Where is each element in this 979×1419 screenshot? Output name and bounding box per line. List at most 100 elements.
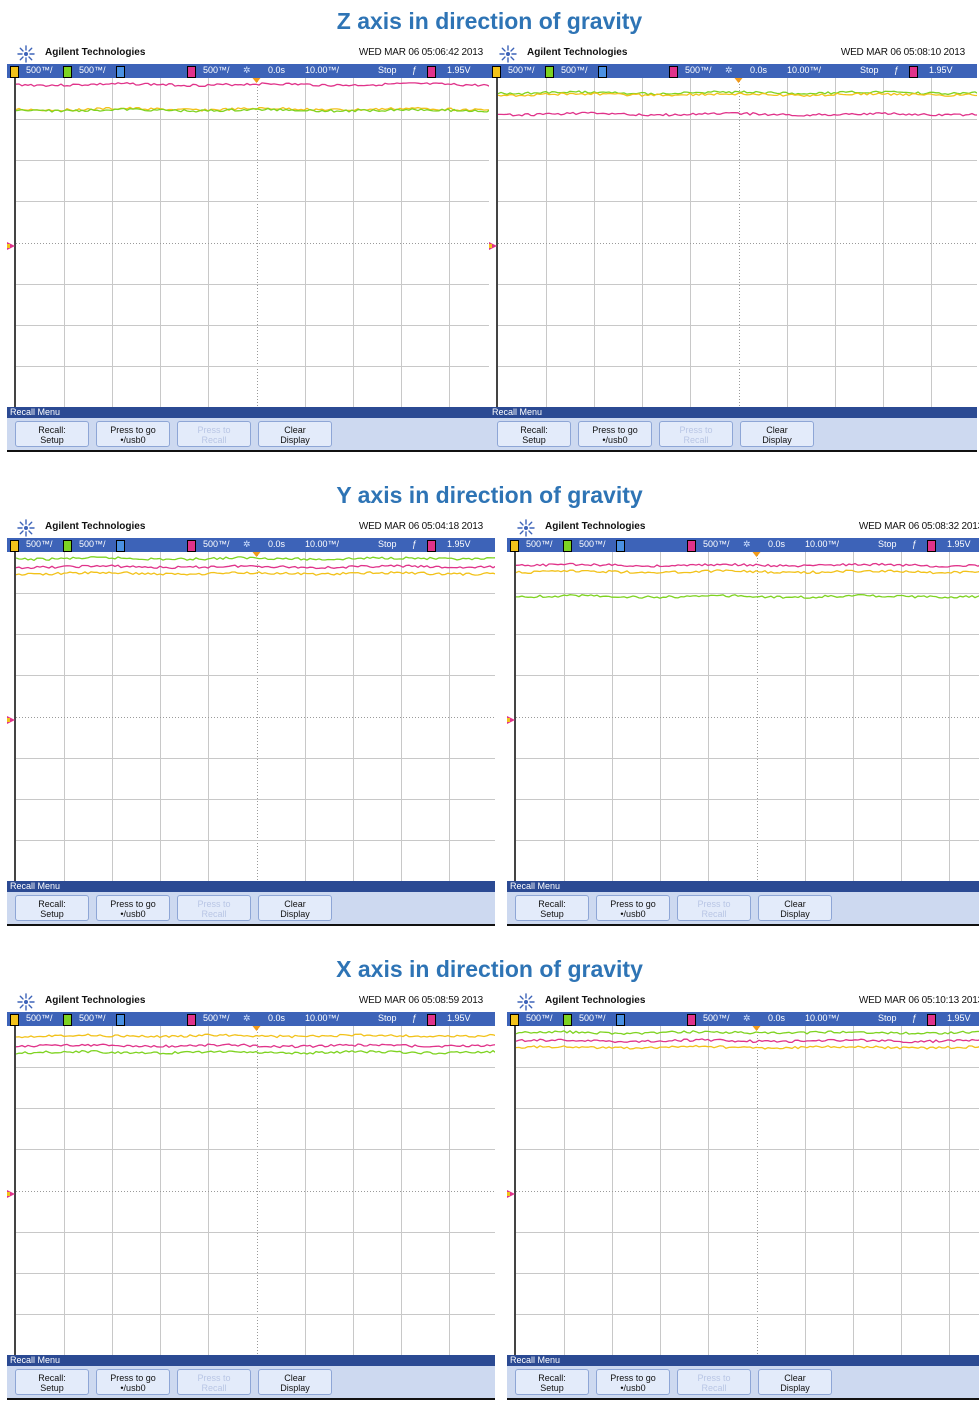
recall-setup-softkey[interactable]: Recall: Setup bbox=[15, 1369, 89, 1395]
menu-title: Recall Menu bbox=[492, 407, 543, 417]
channel-1-indicator[interactable] bbox=[510, 540, 519, 552]
clear-display-softkey[interactable]: Clear Display bbox=[758, 1369, 832, 1395]
channel-3-indicator[interactable] bbox=[616, 540, 625, 552]
press-to-go-softkey[interactable]: Press to go •/usb0 bbox=[578, 421, 652, 447]
screen-bottom-border bbox=[507, 1398, 979, 1400]
channel-3-indicator[interactable] bbox=[116, 540, 125, 552]
channel-1-indicator[interactable] bbox=[10, 540, 19, 552]
channel-4-indicator[interactable] bbox=[687, 540, 696, 552]
acquire-icon: ✲ bbox=[743, 539, 751, 549]
ch2-scale: 500™/ bbox=[79, 65, 106, 75]
clear-sub-label: Display bbox=[280, 435, 310, 445]
channel-2-indicator[interactable] bbox=[563, 540, 572, 552]
press-to-go-softkey[interactable]: Press to go •/usb0 bbox=[96, 421, 170, 447]
channel-2-indicator[interactable] bbox=[63, 540, 72, 552]
agilent-spark-icon bbox=[499, 45, 517, 63]
trigger-level: 1.95V bbox=[447, 1013, 471, 1023]
trigger-level: 1.95V bbox=[947, 1013, 971, 1023]
clear-display-softkey[interactable]: Clear Display bbox=[758, 895, 832, 921]
press-to-recall-softkey[interactable]: Press to Recall bbox=[659, 421, 733, 447]
scope-header: Agilent Technologies WED MAR 06 05:08:10… bbox=[489, 44, 977, 64]
waveform-display bbox=[514, 1026, 979, 1355]
press-to-go-softkey[interactable]: Press to go •/usb0 bbox=[96, 895, 170, 921]
clear-display-softkey[interactable]: Clear Display bbox=[258, 895, 332, 921]
channel-2-indicator[interactable] bbox=[563, 1014, 572, 1026]
press-to-recall-softkey[interactable]: Press to Recall bbox=[677, 1369, 751, 1395]
channel-1-indicator[interactable] bbox=[10, 66, 19, 78]
recall-menu-bar: Recall Menu bbox=[7, 1355, 495, 1366]
brand-name: Agilent Technologies bbox=[545, 521, 646, 532]
recall-label: Recall: bbox=[38, 1373, 66, 1383]
recall-setup-softkey[interactable]: Recall: Setup bbox=[515, 895, 589, 921]
channel-1-indicator[interactable] bbox=[510, 1014, 519, 1026]
channel-3-indicator[interactable] bbox=[116, 1014, 125, 1026]
press-to-go-softkey[interactable]: Press to go •/usb0 bbox=[596, 1369, 670, 1395]
delay: 0.0s bbox=[768, 1013, 786, 1023]
status-bar: 500™/ 500™/ 500™/ ✲ 0.0s 10.00™/ Stop ƒ … bbox=[7, 1012, 495, 1026]
clear-display-softkey[interactable]: Clear Display bbox=[258, 1369, 332, 1395]
channel-3-indicator[interactable] bbox=[598, 66, 607, 78]
channel-4-indicator[interactable] bbox=[669, 66, 678, 78]
acquire-icon: ✲ bbox=[243, 65, 251, 75]
trigger-slope-icon: ƒ bbox=[912, 539, 918, 549]
press-go-label: Press to go bbox=[110, 425, 156, 435]
channel-4-indicator[interactable] bbox=[187, 540, 196, 552]
clear-display-softkey[interactable]: Clear Display bbox=[740, 421, 814, 447]
waveform-display bbox=[14, 1026, 495, 1355]
channel-2-indicator[interactable] bbox=[63, 1014, 72, 1026]
scope-header: Agilent Technologies WED MAR 06 05:06:42… bbox=[7, 44, 495, 64]
ground-marker-icon bbox=[507, 1190, 515, 1198]
press-to-recall-softkey[interactable]: Press to Recall bbox=[177, 1369, 251, 1395]
channel-3-indicator[interactable] bbox=[616, 1014, 625, 1026]
channel-1-indicator[interactable] bbox=[492, 66, 501, 78]
channel-4-indicator[interactable] bbox=[187, 66, 196, 78]
press-to-go-softkey[interactable]: Press to go •/usb0 bbox=[96, 1369, 170, 1395]
recall-setup-softkey[interactable]: Recall: Setup bbox=[15, 895, 89, 921]
channel-2-indicator[interactable] bbox=[63, 66, 72, 78]
press-to-go-softkey[interactable]: Press to go •/usb0 bbox=[596, 895, 670, 921]
trigger-position-icon bbox=[252, 1026, 261, 1031]
trace-pink bbox=[516, 1038, 979, 1044]
clear-sub-label: Display bbox=[780, 909, 810, 919]
recall-setup-softkey[interactable]: Recall: Setup bbox=[15, 421, 89, 447]
clear-display-softkey[interactable]: Clear Display bbox=[258, 421, 332, 447]
press-to-recall-softkey[interactable]: Press to Recall bbox=[677, 895, 751, 921]
press-to-recall-softkey[interactable]: Press to Recall bbox=[177, 895, 251, 921]
clear-sub-label: Display bbox=[280, 909, 310, 919]
trigger-slope-icon: ƒ bbox=[894, 65, 900, 75]
press-recall-sub-label: Recall bbox=[701, 1383, 727, 1393]
trigger-slope-icon: ƒ bbox=[412, 1013, 418, 1023]
softkey-row: Recall: Setup Press to go •/usb0 Press t… bbox=[7, 418, 495, 450]
recall-sub-label: Setup bbox=[40, 1383, 64, 1393]
trace-yellow bbox=[16, 570, 495, 576]
timestamp: WED MAR 06 05:06:42 2013 bbox=[358, 47, 483, 58]
trigger-source-indicator bbox=[927, 540, 936, 552]
delay: 0.0s bbox=[268, 65, 286, 75]
press-go-label: Press to go bbox=[110, 899, 156, 909]
waveform-grid bbox=[498, 78, 977, 407]
trigger-source-indicator bbox=[427, 66, 436, 78]
trigger-level: 1.95V bbox=[947, 539, 971, 549]
timestamp: WED MAR 06 05:04:18 2013 bbox=[358, 521, 483, 532]
recall-setup-softkey[interactable]: Recall: Setup bbox=[515, 1369, 589, 1395]
scope-header: Agilent Technologies WED MAR 06 05:04:18… bbox=[7, 518, 495, 538]
press-to-recall-softkey[interactable]: Press to Recall bbox=[177, 421, 251, 447]
ground-marker-icon bbox=[507, 716, 515, 724]
press-recall-sub-label: Recall bbox=[701, 909, 727, 919]
trigger-source-indicator bbox=[927, 1014, 936, 1026]
acquire-icon: ✲ bbox=[243, 1013, 251, 1023]
trace-pink bbox=[16, 82, 495, 88]
press-recall-sub-label: Recall bbox=[201, 435, 227, 445]
section-title-z: Z axis in direction of gravity bbox=[336, 8, 643, 34]
delay: 0.0s bbox=[750, 65, 768, 75]
channel-3-indicator[interactable] bbox=[116, 66, 125, 78]
timebase: 10.00™/ bbox=[805, 539, 840, 549]
channel-1-indicator[interactable] bbox=[10, 1014, 19, 1026]
trace-pink bbox=[16, 1043, 495, 1049]
channel-2-indicator[interactable] bbox=[545, 66, 554, 78]
recall-sub-label: Setup bbox=[540, 1383, 564, 1393]
channel-4-indicator[interactable] bbox=[687, 1014, 696, 1026]
trace-pink bbox=[16, 564, 495, 570]
recall-setup-softkey[interactable]: Recall: Setup bbox=[497, 421, 571, 447]
channel-4-indicator[interactable] bbox=[187, 1014, 196, 1026]
